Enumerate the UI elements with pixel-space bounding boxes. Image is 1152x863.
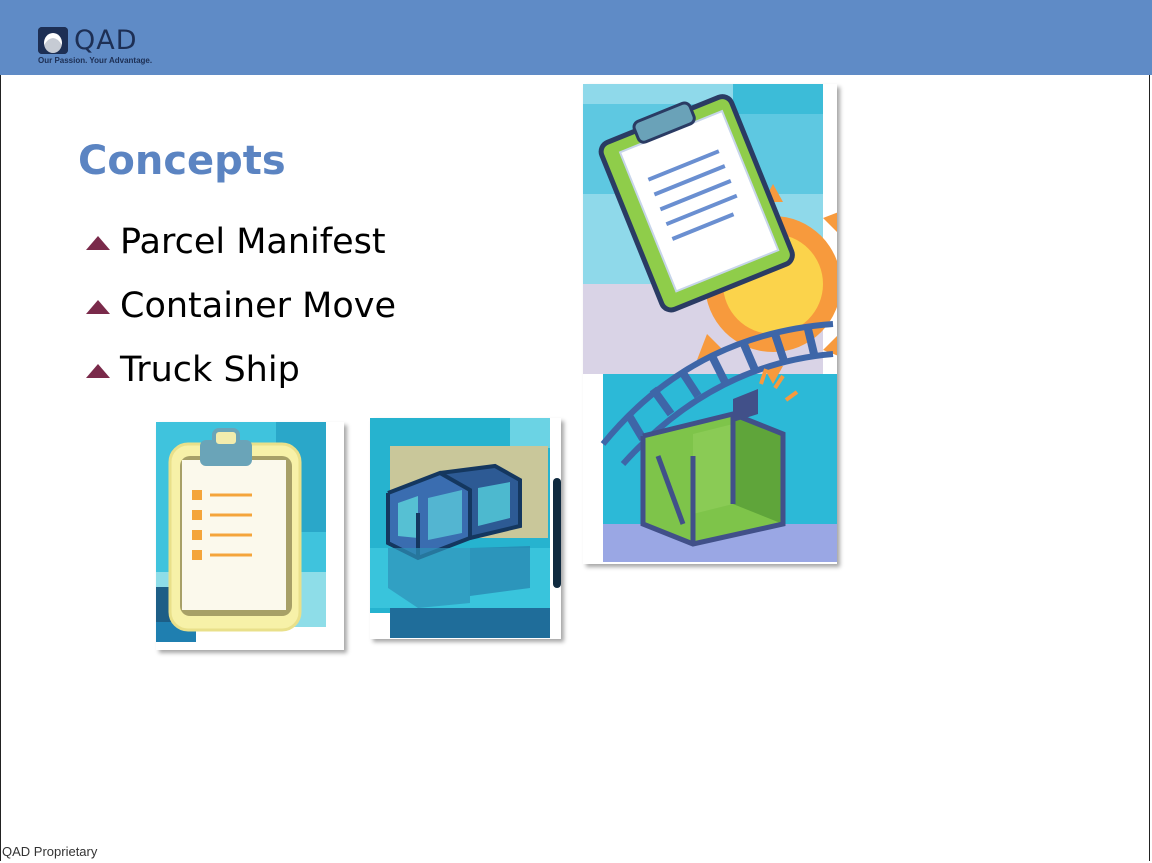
- footer-text: QAD Proprietary: [2, 844, 98, 859]
- slide-title: Concepts: [78, 138, 286, 184]
- bullet-list: Parcel Manifest Container Move Truck Shi…: [86, 210, 396, 402]
- header-bar: QAD Our Passion. Your Advantage.: [0, 0, 1152, 75]
- qad-logo-icon: [38, 27, 68, 54]
- triangle-bullet-icon: [86, 300, 110, 314]
- bullet-item: Container Move: [86, 274, 396, 338]
- clipboard-checklist-illustration: [156, 422, 344, 650]
- triangle-bullet-icon: [86, 236, 110, 250]
- shipping-containers-illustration: [370, 418, 561, 639]
- bullet-text: Container Move: [120, 286, 397, 326]
- clipboard-sun-railroad-container-illustration: [583, 84, 837, 564]
- bullet-item: Truck Ship: [86, 338, 396, 402]
- bullet-text: Truck Ship: [120, 350, 300, 390]
- bullet-text: Parcel Manifest: [120, 222, 386, 262]
- logo-text: QAD: [74, 25, 138, 56]
- logo-tagline: Our Passion. Your Advantage.: [38, 56, 153, 65]
- bullet-item: Parcel Manifest: [86, 210, 396, 274]
- triangle-bullet-icon: [86, 364, 110, 378]
